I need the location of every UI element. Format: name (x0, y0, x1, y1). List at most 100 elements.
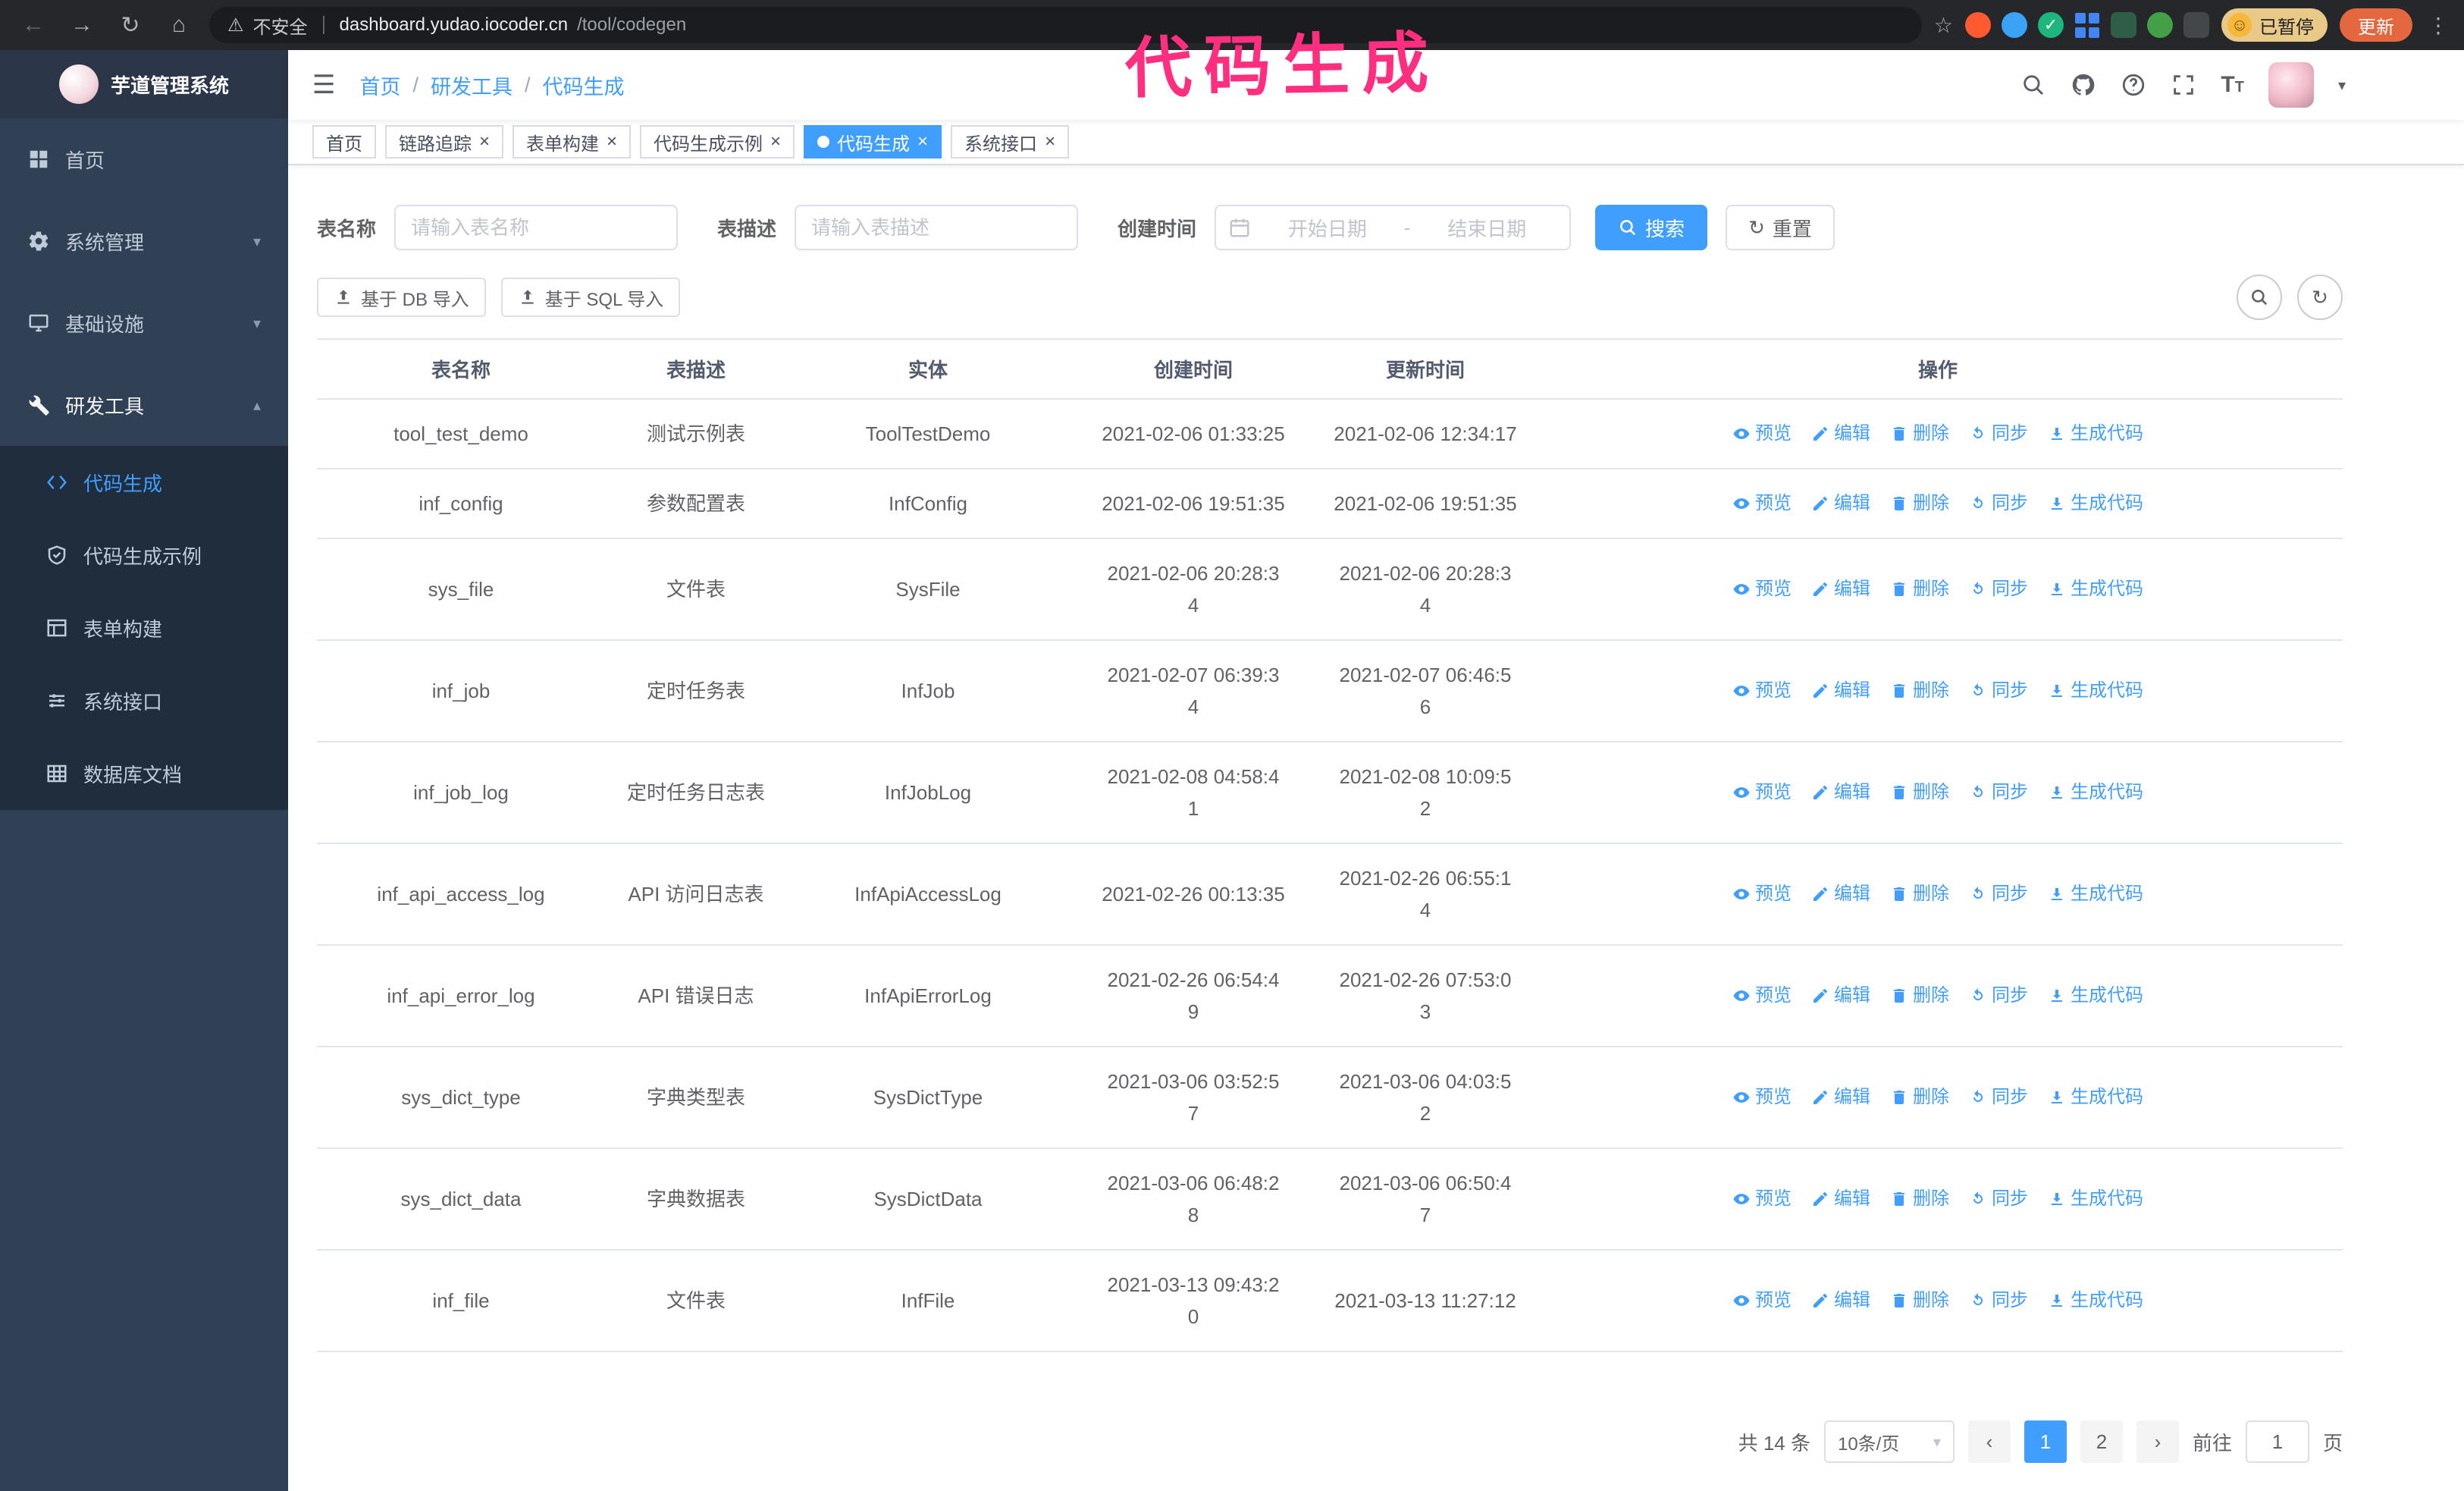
sidebar-subitem-codegen-example[interactable]: 代码生成示例 (0, 519, 288, 592)
action-preview-link[interactable]: 预览 (1732, 878, 1792, 910)
action-preview-link[interactable]: 预览 (1732, 777, 1792, 808)
action-delete-link[interactable]: 删除 (1890, 573, 1949, 605)
action-edit-link[interactable]: 编辑 (1811, 1285, 1870, 1317)
action-sync-link[interactable]: 同步 (1969, 878, 2028, 910)
reload-icon[interactable]: ↻ (112, 12, 149, 39)
action-delete-link[interactable]: 删除 (1890, 777, 1949, 808)
extension-icon-5[interactable] (2111, 12, 2136, 38)
back-icon[interactable]: ← (15, 12, 52, 38)
breadcrumb-devtools[interactable]: 研发工具 (431, 71, 513, 100)
create-time-range-picker[interactable]: 开始日期 - 结束日期 (1215, 205, 1572, 250)
action-delete-link[interactable]: 删除 (1890, 1285, 1949, 1317)
prev-page-button[interactable]: ‹ (1967, 1420, 2011, 1463)
question-icon[interactable] (2121, 72, 2146, 98)
action-sync-link[interactable]: 同步 (1969, 573, 2028, 605)
reset-button[interactable]: ↻ 重置 (1726, 205, 1835, 250)
goto-page-input[interactable] (2245, 1420, 2309, 1463)
action-preview-link[interactable]: 预览 (1732, 488, 1792, 519)
user-avatar[interactable] (2268, 62, 2314, 108)
action-generate-link[interactable]: 生成代码 (2048, 488, 2143, 519)
action-delete-link[interactable]: 删除 (1890, 1081, 1949, 1113)
action-edit-link[interactable]: 编辑 (1811, 878, 1870, 910)
url-bar[interactable]: ⚠ 不安全 dashboard.yudao.iocoder.cn/tool/co… (209, 7, 1922, 43)
import-sql-button[interactable]: 基于 SQL 导入 (500, 278, 681, 317)
action-generate-link[interactable]: 生成代码 (2048, 1183, 2143, 1215)
tag-codegen-example[interactable]: 代码生成示例 × (640, 125, 795, 159)
sidebar-subitem-system-api[interactable]: 系统接口 (0, 664, 288, 737)
extension-icon-7[interactable] (2183, 12, 2209, 38)
action-delete-link[interactable]: 删除 (1890, 418, 1949, 450)
action-edit-link[interactable]: 编辑 (1811, 573, 1870, 605)
action-preview-link[interactable]: 预览 (1732, 418, 1792, 450)
sidebar-item-infra[interactable]: 基础设施 ▾ (0, 282, 288, 364)
extension-icon-4[interactable] (2074, 12, 2100, 38)
action-generate-link[interactable]: 生成代码 (2048, 675, 2143, 707)
action-edit-link[interactable]: 编辑 (1811, 675, 1870, 707)
action-sync-link[interactable]: 同步 (1969, 980, 2028, 1012)
sidebar-item-system[interactable]: 系统管理 ▾ (0, 200, 288, 282)
action-generate-link[interactable]: 生成代码 (2048, 1285, 2143, 1317)
app-logo[interactable]: 芋道管理系统 (0, 50, 288, 118)
toggle-search-button[interactable] (2237, 275, 2282, 320)
tag-system-api[interactable]: 系统接口 × (951, 125, 1070, 159)
import-db-button[interactable]: 基于 DB 导入 (317, 278, 486, 317)
action-edit-link[interactable]: 编辑 (1811, 1183, 1870, 1215)
tag-codegen[interactable]: 代码生成 × (804, 125, 942, 159)
sidebar-item-devtools[interactable]: 研发工具 ▴ (0, 364, 288, 446)
sidebar-subitem-db-doc[interactable]: 数据库文档 (0, 737, 288, 810)
close-icon[interactable]: × (1045, 133, 1055, 151)
update-button[interactable]: 更新 (2340, 8, 2412, 42)
sidebar-item-home[interactable]: 首页 (0, 118, 288, 200)
action-generate-link[interactable]: 生成代码 (2048, 777, 2143, 808)
github-icon[interactable] (2071, 72, 2096, 98)
action-sync-link[interactable]: 同步 (1969, 418, 2028, 450)
chevron-down-icon[interactable]: ▾ (2338, 76, 2346, 95)
action-sync-link[interactable]: 同步 (1969, 1081, 2028, 1113)
fullscreen-icon[interactable] (2171, 72, 2196, 98)
action-preview-link[interactable]: 预览 (1732, 1183, 1792, 1215)
close-icon[interactable]: × (607, 133, 617, 151)
action-preview-link[interactable]: 预览 (1732, 675, 1792, 707)
action-edit-link[interactable]: 编辑 (1811, 777, 1870, 808)
table-name-input[interactable] (394, 205, 679, 250)
action-preview-link[interactable]: 预览 (1732, 980, 1792, 1012)
action-edit-link[interactable]: 编辑 (1811, 418, 1870, 450)
tag-home[interactable]: 首页 (312, 125, 376, 159)
action-generate-link[interactable]: 生成代码 (2048, 1081, 2143, 1113)
refresh-table-button[interactable]: ↻ (2297, 275, 2343, 320)
tag-tracing[interactable]: 链路追踪 × (385, 125, 504, 159)
page-button-1[interactable]: 1 (2024, 1420, 2067, 1463)
forward-icon[interactable]: → (64, 12, 100, 38)
home-icon[interactable]: ⌂ (161, 12, 197, 38)
action-sync-link[interactable]: 同步 (1969, 1183, 2028, 1215)
breadcrumb-home[interactable]: 首页 (359, 71, 400, 100)
extension-icon-3[interactable]: ✓ (2038, 12, 2064, 38)
tag-form-builder[interactable]: 表单构建 × (513, 125, 632, 159)
action-generate-link[interactable]: 生成代码 (2048, 878, 2143, 910)
action-delete-link[interactable]: 删除 (1890, 675, 1949, 707)
action-sync-link[interactable]: 同步 (1969, 777, 2028, 808)
action-delete-link[interactable]: 删除 (1890, 488, 1949, 519)
action-delete-link[interactable]: 删除 (1890, 1183, 1949, 1215)
action-delete-link[interactable]: 删除 (1890, 980, 1949, 1012)
action-generate-link[interactable]: 生成代码 (2048, 418, 2143, 450)
next-page-button[interactable]: › (2136, 1420, 2179, 1463)
action-sync-link[interactable]: 同步 (1969, 1285, 2028, 1317)
sidebar-subitem-form-builder[interactable]: 表单构建 (0, 592, 288, 664)
close-icon[interactable]: × (479, 133, 490, 151)
action-generate-link[interactable]: 生成代码 (2048, 573, 2143, 605)
close-icon[interactable]: × (917, 133, 928, 151)
close-icon[interactable]: × (770, 133, 781, 151)
action-preview-link[interactable]: 预览 (1732, 573, 1792, 605)
action-preview-link[interactable]: 预览 (1732, 1285, 1792, 1317)
table-desc-input[interactable] (795, 205, 1079, 250)
action-generate-link[interactable]: 生成代码 (2048, 980, 2143, 1012)
action-edit-link[interactable]: 编辑 (1811, 488, 1870, 519)
extension-icon-2[interactable] (2002, 12, 2027, 38)
search-icon[interactable] (2020, 72, 2046, 98)
menu-dots-icon[interactable]: ⋮ (2428, 13, 2449, 38)
action-sync-link[interactable]: 同步 (1969, 675, 2028, 707)
page-size-select[interactable]: 10条/页 ▾ (1823, 1420, 1955, 1463)
action-edit-link[interactable]: 编辑 (1811, 980, 1870, 1012)
action-sync-link[interactable]: 同步 (1969, 488, 2028, 519)
